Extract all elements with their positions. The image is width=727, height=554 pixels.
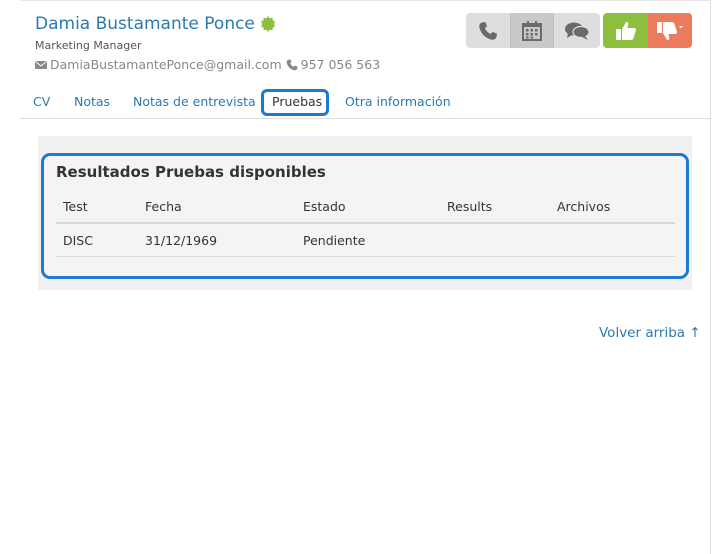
- tab-otra-informacion[interactable]: Otra información: [345, 94, 451, 109]
- table-row-divider: [56, 256, 675, 257]
- column-header-estado: Estado: [303, 199, 346, 214]
- job-title: Marketing Manager: [35, 39, 142, 52]
- contact-info: DamiaBustamantePonce@gmail.com 957 056 5…: [35, 57, 380, 72]
- back-to-top-link[interactable]: Volver arriba ↑: [599, 325, 701, 341]
- chevron-down-icon: [679, 25, 683, 28]
- table-header-divider: [56, 222, 675, 224]
- calendar-icon: [522, 20, 542, 41]
- calendar-button[interactable]: [510, 13, 554, 48]
- chat-icon: [565, 22, 590, 40]
- like-button[interactable]: [603, 13, 648, 48]
- column-header-fecha: Fecha: [145, 199, 182, 214]
- contact-actions-group: [466, 13, 600, 48]
- tab-bar: CV Notas Notas de entrevista Pruebas Otr…: [20, 89, 710, 119]
- phone-small-icon: [286, 59, 298, 70]
- candidate-name[interactable]: Damia Bustamante Ponce: [35, 14, 255, 34]
- rating-actions-group: [603, 13, 692, 48]
- cell-estado: Pendiente: [303, 233, 366, 248]
- phone-number[interactable]: 957 056 563: [301, 57, 381, 72]
- frame-top-border: [20, 0, 710, 1]
- frame-right-border: [710, 0, 711, 554]
- tab-notas[interactable]: Notas: [74, 94, 110, 109]
- column-header-test: Test: [63, 199, 88, 214]
- chat-button[interactable]: [554, 13, 600, 48]
- dislike-button[interactable]: [648, 13, 692, 48]
- tab-cv[interactable]: CV: [33, 94, 50, 109]
- verified-badge-icon: [260, 16, 276, 32]
- thumbs-down-icon: [657, 21, 683, 40]
- column-header-archivos: Archivos: [557, 199, 611, 214]
- results-title: Resultados Pruebas disponibles: [56, 163, 326, 181]
- column-header-results: Results: [447, 199, 493, 214]
- candidate-header: Damia Bustamante Ponce: [35, 12, 276, 36]
- cell-test: DISC: [63, 233, 93, 248]
- email-link[interactable]: DamiaBustamantePonce@gmail.com: [50, 57, 282, 72]
- phone-icon: [479, 21, 497, 40]
- envelope-icon: [35, 60, 47, 69]
- thumbs-up-icon: [615, 21, 636, 40]
- call-button[interactable]: [466, 13, 510, 48]
- cell-fecha: 31/12/1969: [145, 233, 218, 248]
- tab-pruebas[interactable]: Pruebas: [272, 94, 322, 109]
- tab-notas-entrevista[interactable]: Notas de entrevista: [133, 94, 256, 109]
